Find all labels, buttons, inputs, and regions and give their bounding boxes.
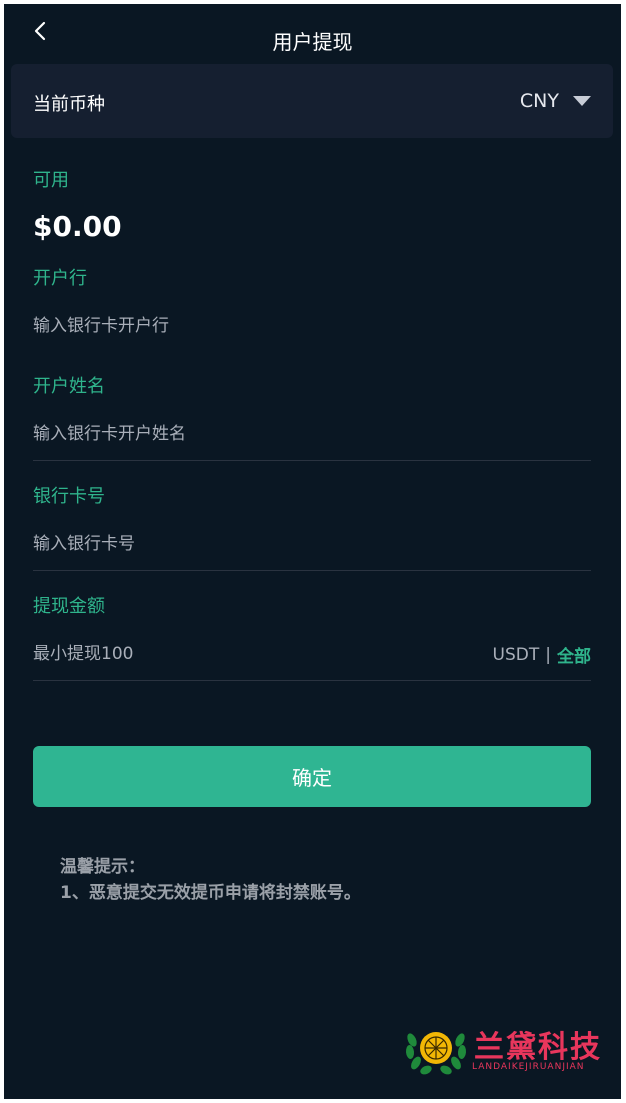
divider [33,570,591,571]
account-name-input[interactable] [33,414,591,454]
currency-unit: USDT [492,644,540,665]
divider [33,680,591,681]
tips-title: 温馨提示： [60,857,145,877]
bank-label: 开户行 [33,268,87,289]
currency-dropdown[interactable]: CNY [520,86,591,116]
watermark-name: 兰黛科技 [474,1030,602,1065]
currency-value: CNY [519,90,559,112]
divider [33,460,591,461]
amount-suffix: USDT | 全部 [492,642,591,668]
header: 用户提现 [4,4,621,66]
confirm-button[interactable]: 确定 [33,746,591,807]
app-frame: 用户提现 当前币种 CNY 可用 $0.00 开户行 开户姓名 银行卡号 提现金… [4,4,621,1099]
page-title: 用户提现 [272,30,353,54]
card-number-label: 银行卡号 [33,486,105,507]
tips-line: 1、恶意提交无效提币申请将封禁账号。 [60,883,361,903]
account-name-label: 开户姓名 [33,376,105,397]
withdraw-amount-label: 提现金额 [33,596,105,617]
caret-down-icon [573,96,591,106]
tips: 温馨提示： 1、恶意提交无效提币申请将封禁账号。 [60,854,361,906]
watermark-subtitle: LANDAIKEJIRUANJIAN [472,1062,585,1072]
watermark-logo: 兰黛科技 LANDAIKEJIRUANJIAN [404,1020,604,1076]
laurel-sun-icon [405,1032,467,1075]
bank-input[interactable] [33,306,591,346]
withdraw-all-button[interactable]: 全部 [557,642,591,667]
balance-label: 可用 [33,170,69,191]
withdraw-amount-input[interactable] [33,634,453,674]
balance-amount: $0.00 [33,210,122,243]
currency-label: 当前币种 [33,94,105,115]
currency-selector-row[interactable]: 当前币种 CNY [11,64,613,138]
separator: | [545,644,551,665]
card-number-input[interactable] [33,524,591,564]
